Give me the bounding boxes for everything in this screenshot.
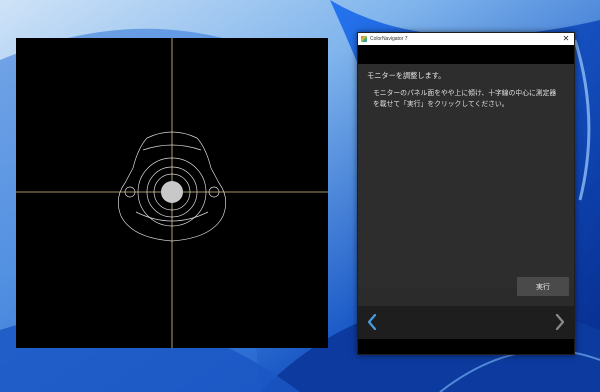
- step-heading: モニターを調整します。: [367, 71, 446, 80]
- chevron-right-icon: [555, 314, 565, 330]
- desktop: ColorNavigator 7 ✕ モニターを調整します。 モニターのパネル面…: [0, 0, 600, 392]
- window-title: ColorNavigator 7: [370, 36, 408, 42]
- title-bar: ColorNavigator 7 ✕: [358, 33, 574, 45]
- app-icon: [361, 36, 367, 42]
- execute-button[interactable]: 実行: [517, 277, 569, 296]
- wizard-content: モニターを調整します。 モニターのパネル面をやや上に傾け、十字線の中心に測定器 …: [358, 64, 574, 296]
- wizard-navigation: [358, 306, 574, 339]
- measurement-target-window: [16, 38, 328, 348]
- colornavigator-window: ColorNavigator 7 ✕ モニターを調整します。 モニターのパネル面…: [357, 32, 575, 355]
- close-button[interactable]: ✕: [561, 34, 571, 44]
- header-strip: [358, 45, 574, 64]
- sensor-lens: [161, 181, 183, 203]
- sensor-placement-guide: [16, 38, 328, 348]
- chevron-left-icon[interactable]: [366, 314, 378, 330]
- step-instruction: モニターのパネル面をやや上に傾け、十字線の中心に測定器 を載せて「実行」をクリッ…: [373, 90, 557, 108]
- footer-strip: [358, 339, 574, 354]
